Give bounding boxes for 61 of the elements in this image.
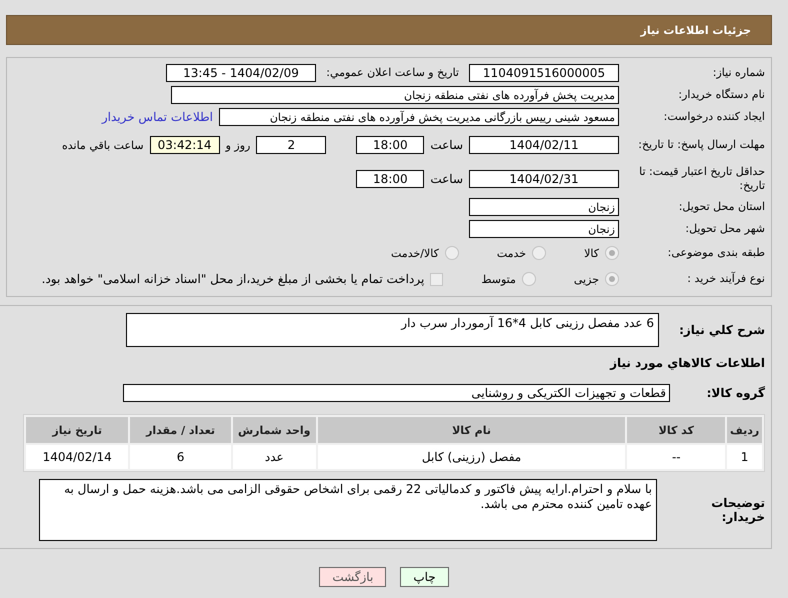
description-box[interactable]: 6 عدد مفصل رزینی کابل 4*16 آرموردار سرب دار	[126, 313, 659, 347]
field-label: شرح کلي نیاز:	[678, 323, 765, 337]
time-label: ساعت	[430, 172, 463, 186]
validity-time-field: 18:00	[356, 170, 424, 188]
column-header: ردیف	[727, 417, 762, 443]
table-cell: 6	[130, 445, 231, 469]
checkbox-label: پرداخت تمام یا بخشی از مبلغ خرید،از محل "اسناد خزانه اسلامی" خواهد بود.	[42, 272, 424, 286]
table-cell: 1	[727, 445, 762, 469]
field-label: نوع فرآیند خرید :	[686, 272, 765, 286]
field-label: طبقه بندی موضوعی:	[666, 246, 765, 260]
column-header: تعداد / مقدار	[130, 417, 231, 443]
field-label: تاریخ و ساعت اعلان عمومي:	[325, 66, 459, 80]
print-button[interactable]: چاپ	[400, 567, 449, 587]
column-header: نام کالا	[318, 417, 626, 443]
goods-group-field: قطعات و تجهیزات الکتریکی و روشنایی	[123, 384, 670, 402]
announce-date-field: 1404/02/09 - 13:45	[166, 64, 316, 82]
back-button[interactable]: بازگشت	[319, 567, 386, 587]
radio-label: کالا/خدمت	[391, 246, 439, 260]
city-field: زنجان	[469, 220, 619, 238]
field-label: استان محل تحویل:	[678, 200, 765, 214]
field-label: مهلت ارسال پاسخ: تا تاریخ:	[637, 138, 765, 152]
remaining-label: ساعت باقي مانده	[62, 138, 144, 152]
days-field: 2	[256, 136, 326, 154]
field-label: نام دستگاه خریدار:	[677, 88, 765, 102]
time-label: ساعت	[430, 138, 463, 152]
deadline-time-field: 18:00	[356, 136, 424, 154]
days-label: روز و	[226, 138, 250, 152]
column-header: تاریخ نیاز	[26, 417, 128, 443]
deadline-date-field: 1404/02/11	[469, 136, 619, 154]
table-cell: عدد	[232, 445, 316, 469]
radio-button[interactable]	[605, 272, 619, 286]
field-label: شماره نیاز:	[712, 66, 765, 80]
creator-field: مسعود شینی رییس بازرگانی مدیریت پخش فرآورده های نفتی منطقه زنجان	[219, 108, 619, 126]
radio-button[interactable]	[605, 246, 619, 260]
checkbox[interactable]	[430, 272, 444, 286]
contact-link[interactable]: اطلاعات تماس خریدار	[102, 110, 213, 124]
radio-button[interactable]	[444, 246, 459, 260]
field-label: حداقل تاریخ اعتبار قیمت: تا تاریخ:	[638, 165, 765, 193]
radio-button[interactable]	[522, 272, 536, 286]
buyer-field: مدیریت پخش فرآورده های نفتی منطقه زنجان	[171, 86, 619, 104]
field-label: گروه کالا:	[706, 386, 765, 400]
field-label: شهر محل تحویل:	[684, 222, 765, 236]
notes-box[interactable]: با سلام و احترام.ارایه پیش فاکتور و کدمالیاتی 22 رقمی برای اشخاص حقوقی الزامی می باشد.هزینه حمل و ارسال به عهده تامین کننده محترم می باشد.	[39, 479, 657, 541]
radio-label: خدمت	[496, 246, 526, 260]
province-field: زنجان	[469, 198, 619, 216]
radio-label: متوسط	[481, 272, 516, 286]
table-cell: --	[627, 445, 726, 469]
field-label: ایجاد کننده درخواست:	[662, 110, 765, 124]
radio-label: جزیی	[574, 272, 599, 286]
need-number-field: 1104091516000005	[469, 64, 619, 82]
table-cell: مفصل (رزینی) کابل	[318, 445, 626, 469]
field-label: توضیحات خریدار:	[710, 496, 765, 524]
section-heading: اطلاعات کالاهاي مورد نیاز	[608, 356, 765, 370]
remaining-time-field: 03:42:14	[150, 136, 220, 154]
table-cell: 1404/02/14	[26, 445, 128, 469]
validity-date-field: 1404/02/31	[469, 170, 619, 188]
column-header: کد کالا	[627, 417, 726, 443]
column-header: واحد شمارش	[232, 417, 316, 443]
page-header: جزئیات اطلاعات نیاز	[6, 15, 772, 45]
radio-label: کالا	[584, 246, 599, 260]
radio-button[interactable]	[532, 246, 546, 260]
